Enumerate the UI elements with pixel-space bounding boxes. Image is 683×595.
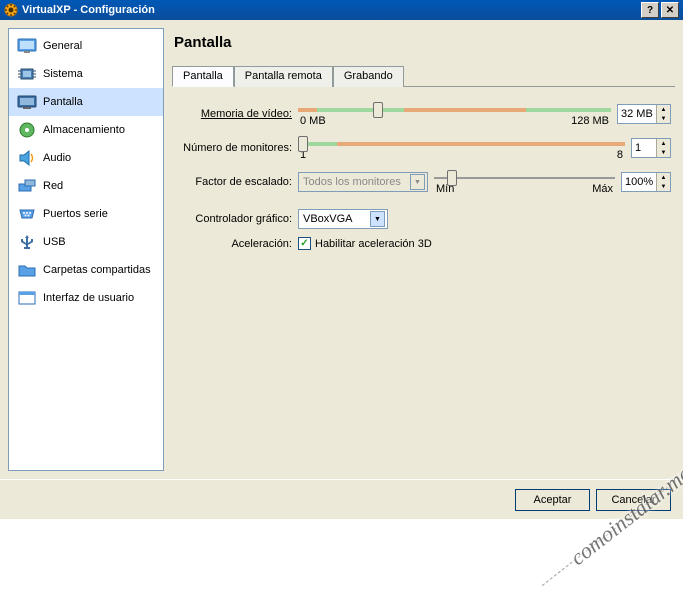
label-gfx-controller: Controlador gráfico: [172,213,298,225]
sidebar-item-label: Interfaz de usuario [43,292,134,304]
spin-down-icon[interactable]: ▼ [656,148,670,157]
serial-port-icon [17,206,37,222]
scale-dropdown-value: Todos los monitores [303,176,401,188]
checkbox-icon: ✓ [298,237,311,250]
sidebar-item-almacenamiento[interactable]: Almacenamiento [9,116,163,144]
gfx-controller-value: VBoxVGA [303,213,353,225]
usb-icon [17,234,37,250]
sidebar-item-label: Pantalla [43,96,83,108]
accel-checkbox-label: Habilitar aceleración 3D [315,238,432,250]
gfx-controller-dropdown[interactable]: VBoxVGA ▼ [298,209,388,229]
sidebar-item-carpetas[interactable]: Carpetas compartidas [9,256,163,284]
spin-down-icon[interactable]: ▼ [656,114,670,123]
app-icon [4,3,18,17]
help-button[interactable]: ? [641,2,659,18]
scale-spinner[interactable]: ▲▼ [621,172,671,192]
label-acceleration: Aceleración: [172,238,298,250]
sidebar-item-sistema[interactable]: Sistema [9,60,163,88]
disk-icon [17,122,37,138]
speaker-icon [17,150,37,166]
window-icon [17,290,37,306]
footer: Aceptar Cancelar [0,479,683,519]
page-title: Pantalla [174,34,675,51]
network-icon [17,178,37,194]
display-icon [17,94,37,110]
sidebar-item-label: Almacenamiento [43,124,125,136]
scale-monitor-dropdown[interactable]: Todos los monitores ▼ [298,172,428,192]
sidebar-item-general[interactable]: General [9,32,163,60]
ok-button[interactable]: Aceptar [515,489,590,511]
main-panel: Pantalla Pantalla Pantalla remota Graban… [172,28,675,471]
video-memory-max: 128 MB [571,115,609,127]
sidebar-item-label: Carpetas compartidas [43,264,151,276]
video-memory-spinner[interactable]: ▲▼ [617,104,671,124]
sidebar-item-label: Audio [43,152,71,164]
label-scale: Factor de escalado: [172,176,298,188]
tab-grabando[interactable]: Grabando [333,66,404,87]
accel-3d-checkbox[interactable]: ✓ Habilitar aceleración 3D [298,237,432,250]
label-monitors: Número de monitores: [172,142,298,154]
window-title: VirtualXP - Configuración [22,4,639,16]
row-gfx-controller: Controlador gráfico: VBoxVGA ▼ [172,209,671,229]
tabs: Pantalla Pantalla remota Grabando [172,65,675,87]
close-button[interactable]: ✕ [661,2,679,18]
sidebar-item-label: USB [43,236,66,248]
folder-icon [17,262,37,278]
spin-down-icon[interactable]: ▼ [656,182,670,191]
sidebar-item-label: General [43,40,82,52]
scale-input[interactable] [622,176,656,188]
sidebar: General Sistema Pantalla Almacenamiento … [8,28,164,471]
label-video-memory: Memoria de vídeo: [172,108,298,120]
sidebar-item-interfaz[interactable]: Interfaz de usuario [9,284,163,312]
row-acceleration: Aceleración: ✓ Habilitar aceleración 3D [172,237,671,250]
sidebar-item-usb[interactable]: USB [9,228,163,256]
chip-icon [17,66,37,82]
spin-up-icon[interactable]: ▲ [656,105,670,114]
monitors-max: 8 [617,149,623,161]
sidebar-item-label: Puertos serie [43,208,108,220]
spin-up-icon[interactable]: ▲ [656,173,670,182]
sidebar-item-audio[interactable]: Audio [9,144,163,172]
row-video-memory: Memoria de vídeo: 0 MB 128 MB [172,101,671,127]
row-monitors: Número de monitores: 1 8 [172,135,671,161]
monitor-icon [17,38,37,54]
form-area: Memoria de vídeo: 0 MB 128 MB [172,97,675,258]
monitors-input[interactable] [632,142,656,154]
spin-up-icon[interactable]: ▲ [656,139,670,148]
sidebar-item-puertos[interactable]: Puertos serie [9,200,163,228]
sidebar-item-red[interactable]: Red [9,172,163,200]
chevron-down-icon: ▼ [370,211,385,227]
chevron-down-icon: ▼ [410,174,425,190]
sidebar-item-pantalla[interactable]: Pantalla [9,88,163,116]
cancel-button[interactable]: Cancelar [596,489,671,511]
monitors-spinner[interactable]: ▲▼ [631,138,671,158]
video-memory-slider[interactable]: 0 MB 128 MB [298,101,611,127]
scale-max: Máx [592,183,613,195]
video-memory-input[interactable] [618,108,656,120]
tab-pantalla-remota[interactable]: Pantalla remota [234,66,333,87]
body-area: General Sistema Pantalla Almacenamiento … [0,20,683,479]
scale-slider[interactable]: Mín Máx [434,169,615,195]
monitors-slider[interactable]: 1 8 [298,135,625,161]
titlebar: VirtualXP - Configuración ? ✕ [0,0,683,20]
sidebar-item-label: Sistema [43,68,83,80]
tab-pantalla[interactable]: Pantalla [172,66,234,87]
video-memory-min: 0 MB [300,115,326,127]
sidebar-item-label: Red [43,180,63,192]
row-scale: Factor de escalado: Todos los monitores … [172,169,671,195]
